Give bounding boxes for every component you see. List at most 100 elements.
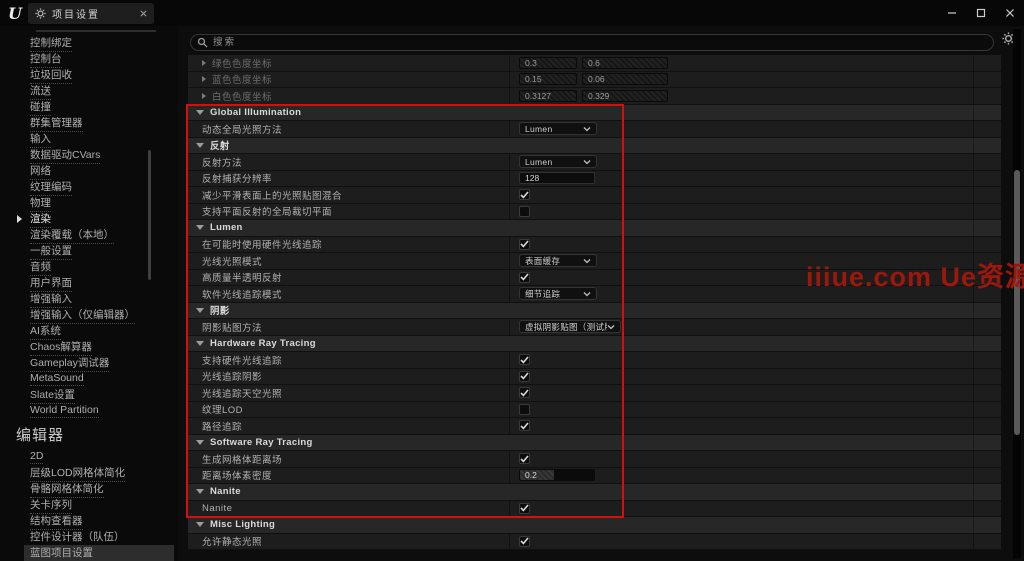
dropdown[interactable]: 表面缓存 bbox=[519, 254, 597, 268]
setting-label: 支持平面反射的全局裁切平面 bbox=[202, 207, 333, 219]
setting-row: 在可能时使用硬件光线追踪 bbox=[188, 236, 1001, 253]
sidebar-item[interactable]: 控件设计器（队伍） bbox=[30, 529, 172, 546]
sidebar-item[interactable]: 增强输入 bbox=[30, 291, 172, 308]
checkbox[interactable] bbox=[519, 453, 530, 465]
setting-name-cell: 高质量半透明反射 bbox=[188, 269, 510, 285]
section-header-row[interactable]: Misc Lighting bbox=[188, 517, 1001, 534]
sidebar-item[interactable]: AI系统 bbox=[30, 323, 172, 340]
numeric-field[interactable]: 0.329 bbox=[582, 89, 668, 102]
sidebar-item[interactable]: 骨骼网格体简化 bbox=[30, 481, 172, 498]
setting-label: 白色色度坐标 bbox=[212, 91, 273, 103]
dropdown[interactable]: 细节追踪 bbox=[519, 287, 597, 301]
collapse-arrow-icon[interactable] bbox=[196, 522, 204, 528]
section-header-row[interactable]: Software Ray Tracing bbox=[188, 434, 1001, 451]
section-header-row[interactable]: Lumen bbox=[188, 220, 1001, 237]
expand-arrow-icon[interactable] bbox=[202, 76, 206, 83]
sidebar-item[interactable]: 增强输入（仅编辑器） bbox=[30, 307, 172, 324]
tab-close-icon[interactable] bbox=[140, 10, 147, 17]
section-header-row[interactable]: Global Illumination bbox=[188, 104, 1001, 121]
collapse-arrow-icon[interactable] bbox=[196, 489, 204, 495]
section-header-row[interactable]: 反射 bbox=[188, 137, 1001, 154]
sidebar-item[interactable]: 关卡序列 bbox=[30, 497, 172, 514]
sidebar-item[interactable]: 结构查看器 bbox=[30, 513, 172, 530]
checkbox[interactable] bbox=[519, 354, 530, 366]
slider-track bbox=[554, 470, 594, 481]
main-scrollbar-track[interactable] bbox=[1013, 29, 1021, 558]
main-scrollbar-thumb[interactable] bbox=[1014, 170, 1020, 435]
section-header-label: Misc Lighting bbox=[210, 519, 276, 531]
collapse-arrow-icon[interactable] bbox=[196, 142, 204, 148]
collapse-arrow-icon[interactable] bbox=[196, 307, 204, 313]
checkbox[interactable] bbox=[519, 535, 530, 547]
sidebar-item[interactable]: World Partition bbox=[30, 403, 172, 419]
checkbox[interactable] bbox=[519, 238, 530, 250]
setting-name-cell: 蓝色色度坐标 bbox=[188, 71, 510, 87]
collapse-arrow-icon[interactable] bbox=[196, 225, 204, 231]
sidebar-item[interactable]: 垃圾回收 bbox=[30, 67, 172, 84]
sidebar-item-label: 网络 bbox=[30, 163, 51, 180]
number-input[interactable] bbox=[519, 172, 595, 185]
expand-arrow-icon[interactable] bbox=[202, 59, 206, 66]
sidebar-item[interactable]: MetaSound bbox=[30, 371, 172, 387]
setting-row: 纹理LOD bbox=[188, 401, 1001, 418]
section-header-row[interactable]: Nanite bbox=[188, 484, 1001, 501]
section-header-row[interactable]: 阴影 bbox=[188, 302, 1001, 319]
sidebar-item[interactable]: Chaos解算器 bbox=[30, 339, 172, 356]
setting-label: 允许静态光照 bbox=[202, 537, 263, 549]
numeric-field[interactable]: 0.6 bbox=[582, 56, 668, 69]
sidebar-item[interactable]: 2D bbox=[30, 449, 172, 465]
dropdown[interactable]: 虚拟阴影贴图（测试版） bbox=[519, 320, 621, 334]
dropdown[interactable]: Lumen bbox=[519, 155, 597, 169]
checkbox[interactable] bbox=[519, 189, 530, 201]
section-header-row[interactable]: Hardware Ray Tracing bbox=[188, 335, 1001, 352]
sidebar-scrollbar[interactable] bbox=[148, 150, 151, 280]
setting-row: 白色色度坐标 0.3127 0.329 bbox=[188, 88, 1001, 105]
maximize-button[interactable] bbox=[975, 7, 987, 19]
setting-name-cell: 支持平面反射的全局裁切平面 bbox=[188, 203, 510, 219]
checkbox[interactable] bbox=[519, 387, 530, 399]
dropdown-value: Lumen bbox=[525, 156, 553, 167]
setting-name-cell: 生成网格体距离场 bbox=[188, 451, 510, 467]
sidebar-item-label: 流送 bbox=[30, 83, 51, 100]
checkbox[interactable] bbox=[519, 403, 530, 415]
sidebar-item-label: 碰撞 bbox=[30, 99, 51, 116]
setting-label: 反射方法 bbox=[202, 157, 243, 169]
minimize-button[interactable] bbox=[946, 7, 958, 19]
expand-arrow-icon[interactable] bbox=[202, 92, 206, 99]
close-button[interactable] bbox=[1004, 7, 1016, 19]
sidebar-item[interactable]: 控制绑定 bbox=[30, 35, 172, 52]
setting-label: 减少平滑表面上的光照贴图混合 bbox=[202, 190, 343, 202]
project-settings-tab[interactable]: 项目设置 bbox=[28, 3, 154, 24]
collapse-arrow-icon[interactable] bbox=[196, 340, 204, 346]
sidebar-item[interactable]: Gameplay调试器 bbox=[30, 355, 172, 372]
setting-row: 光线追踪阴影 bbox=[188, 368, 1001, 385]
checkbox[interactable] bbox=[519, 205, 530, 217]
dropdown[interactable]: Lumen bbox=[519, 122, 597, 136]
numeric-field[interactable]: 0.06 bbox=[582, 73, 668, 86]
sidebar-item[interactable]: Slate设置 bbox=[30, 387, 172, 404]
checkbox[interactable] bbox=[519, 502, 530, 514]
slider-field[interactable]: 0.2 bbox=[519, 469, 595, 482]
sidebar-item[interactable]: 流送 bbox=[30, 83, 172, 100]
sidebar-item[interactable]: 层级LOD网格体简化 bbox=[30, 465, 172, 482]
numeric-field[interactable]: 0.15 bbox=[519, 73, 577, 86]
sidebar-item[interactable]: 控制台 bbox=[30, 51, 172, 68]
checkbox[interactable] bbox=[519, 370, 530, 382]
collapse-arrow-icon[interactable] bbox=[196, 109, 204, 115]
checkbox[interactable] bbox=[519, 271, 530, 283]
sidebar-item[interactable]: 蓝图项目设置 bbox=[24, 545, 174, 561]
setting-value-cell: 0.3127 0.329 bbox=[510, 88, 1001, 104]
numeric-field[interactable]: 0.3 bbox=[519, 56, 577, 69]
sidebar-item[interactable]: 碰撞 bbox=[30, 99, 172, 116]
sidebar-item[interactable]: 群集管理器 bbox=[30, 115, 172, 132]
section-header-label: Nanite bbox=[210, 486, 241, 498]
search-input[interactable] bbox=[190, 34, 994, 51]
setting-row: 高质量半透明反射 bbox=[188, 269, 1001, 286]
chevron-down-icon bbox=[583, 258, 591, 264]
setting-label: 支持硬件光线追踪 bbox=[202, 355, 283, 367]
numeric-field[interactable]: 0.3127 bbox=[519, 89, 577, 102]
collapse-arrow-icon[interactable] bbox=[196, 439, 204, 445]
sidebar-item[interactable]: 输入 bbox=[30, 131, 172, 148]
checkbox[interactable] bbox=[519, 420, 530, 432]
chevron-down-icon bbox=[583, 291, 591, 297]
